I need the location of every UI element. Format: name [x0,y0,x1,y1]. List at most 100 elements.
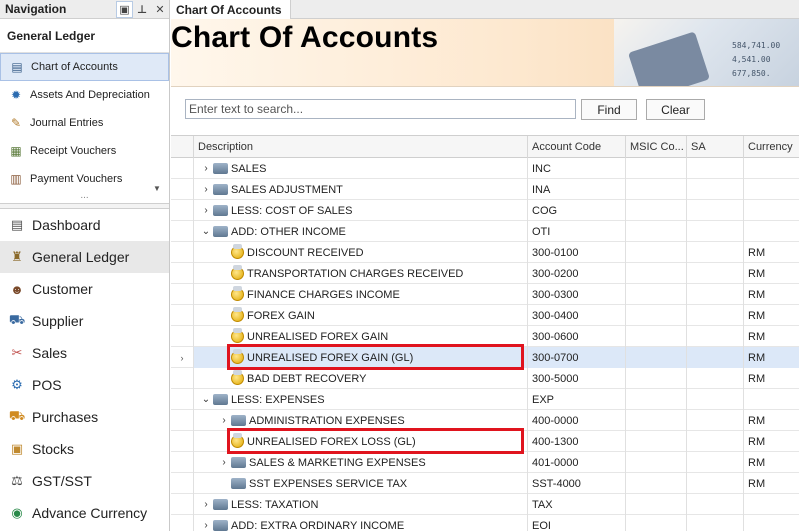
table-row[interactable]: ⌄ ADD: OTHER INCOME OTI [171,221,799,242]
description-cell[interactable]: FINANCE CHARGES INCOME [194,284,528,305]
account-code-cell[interactable]: 300-0600 [528,326,626,347]
close-icon[interactable]: ✕ [151,0,169,19]
account-code-cell[interactable]: EXP [528,389,626,410]
nav-main-item[interactable]: ▣ Stocks [0,433,169,465]
nav-main-item[interactable]: ♜ General Ledger [0,241,169,273]
table-row[interactable]: › LESS: TAXATION TAX [171,494,799,515]
account-code-cell[interactable]: 300-0100 [528,242,626,263]
nav-sub-item[interactable]: ✎ Journal Entries [0,109,169,137]
table-row[interactable]: DISCOUNT RECEIVED 300-0100 RM [171,242,799,263]
msic-cell[interactable] [626,305,687,326]
msic-cell[interactable] [626,242,687,263]
currency-cell[interactable]: RM [744,368,799,389]
msic-cell[interactable] [626,200,687,221]
account-code-cell[interactable]: INC [528,158,626,179]
nav-sub-item[interactable]: ▤ Chart of Accounts [0,53,169,81]
sa-cell[interactable] [687,347,744,368]
sa-cell[interactable] [687,410,744,431]
description-cell[interactable]: › SALES ADJUSTMENT [194,179,528,200]
sa-cell[interactable] [687,389,744,410]
account-code-cell[interactable]: 400-0000 [528,410,626,431]
currency-cell[interactable] [744,389,799,410]
expand-icon[interactable]: › [217,415,231,426]
column-header-account-code[interactable]: Account Code [528,136,626,158]
sa-cell[interactable] [687,494,744,515]
sa-cell[interactable] [687,368,744,389]
expand-icon[interactable]: › [199,184,213,195]
currency-cell[interactable]: RM [744,284,799,305]
currency-cell[interactable] [744,221,799,242]
currency-cell[interactable]: RM [744,452,799,473]
account-code-cell[interactable]: 300-5000 [528,368,626,389]
nav-main-item[interactable]: ⚖ GST/SST [0,465,169,497]
currency-cell[interactable] [744,494,799,515]
nav-main-item[interactable]: ⚙ POS [0,369,169,401]
msic-cell[interactable] [626,515,687,531]
currency-cell[interactable]: RM [744,263,799,284]
collapse-icon[interactable]: ⌄ [199,394,213,405]
table-row[interactable]: › UNREALISED FOREX GAIN (GL) 300-0700 RM [171,344,799,370]
description-cell[interactable]: DISCOUNT RECEIVED [194,242,528,263]
account-code-cell[interactable]: COG [528,200,626,221]
currency-cell[interactable] [744,515,799,531]
msic-cell[interactable] [626,389,687,410]
description-cell[interactable]: SST EXPENSES SERVICE TAX [194,473,528,494]
msic-cell[interactable] [626,221,687,242]
currency-cell[interactable] [744,179,799,200]
nav-main-item[interactable]: ⛟ Purchases [0,401,169,433]
currency-cell[interactable]: RM [744,326,799,347]
msic-cell[interactable] [626,347,687,368]
sa-cell[interactable] [687,326,744,347]
sa-cell[interactable] [687,284,744,305]
table-row[interactable]: › SALES & MARKETING EXPENSES 401-0000 RM [171,452,799,473]
panel-layout-icon[interactable]: ▣ [116,0,133,18]
expand-icon[interactable]: › [199,205,213,216]
table-row[interactable]: BAD DEBT RECOVERY 300-5000 RM [171,368,799,389]
table-row[interactable]: › LESS: COST OF SALES COG [171,200,799,221]
account-code-cell[interactable]: 300-0200 [528,263,626,284]
nav-sub-item[interactable]: ▦ Receipt Vouchers [0,137,169,165]
table-row[interactable]: › ADD: EXTRA ORDINARY INCOME EOI [171,515,799,531]
currency-cell[interactable]: RM [744,347,799,368]
msic-cell[interactable] [626,326,687,347]
table-row[interactable]: SST EXPENSES SERVICE TAX SST-4000 RM [171,473,799,494]
nav-ellipsis[interactable]: ... [0,191,169,203]
currency-cell[interactable]: RM [744,242,799,263]
sa-cell[interactable] [687,179,744,200]
description-cell[interactable]: › LESS: COST OF SALES [194,200,528,221]
description-cell[interactable]: TRANSPORTATION CHARGES RECEIVED [194,263,528,284]
description-cell[interactable]: ⌄ ADD: OTHER INCOME [194,221,528,242]
account-code-cell[interactable]: 300-0700 [528,347,626,368]
nav-sub-item[interactable]: ▥ Payment Vouchers [0,165,169,193]
description-cell[interactable]: › SALES [194,158,528,179]
sa-cell[interactable] [687,473,744,494]
find-button[interactable]: Find [581,99,637,120]
description-cell[interactable]: › SALES & MARKETING EXPENSES [194,452,528,473]
account-code-cell[interactable]: 401-0000 [528,452,626,473]
msic-cell[interactable] [626,284,687,305]
currency-cell[interactable]: RM [744,431,799,452]
msic-cell[interactable] [626,431,687,452]
clear-button[interactable]: Clear [646,99,705,120]
table-row[interactable]: FOREX GAIN 300-0400 RM [171,305,799,326]
expand-icon[interactable]: › [199,520,213,531]
currency-cell[interactable] [744,158,799,179]
table-row[interactable]: › ADMINISTRATION EXPENSES 400-0000 RM [171,410,799,431]
table-row[interactable]: UNREALISED FOREX GAIN 300-0600 RM [171,326,799,347]
msic-cell[interactable] [626,368,687,389]
nav-sub-item[interactable]: ✹ Assets And Depreciation [0,81,169,109]
account-code-cell[interactable]: OTI [528,221,626,242]
column-header-description[interactable]: Description [194,136,528,158]
sa-cell[interactable] [687,431,744,452]
currency-cell[interactable] [744,200,799,221]
currency-cell[interactable]: RM [744,410,799,431]
expand-icon[interactable]: › [199,163,213,174]
msic-cell[interactable] [626,494,687,515]
sa-cell[interactable] [687,263,744,284]
chevron-down-icon[interactable]: ▼ [153,184,161,193]
description-cell[interactable]: › LESS: TAXATION [194,494,528,515]
account-code-cell[interactable]: 300-0400 [528,305,626,326]
description-cell[interactable]: UNREALISED FOREX GAIN (GL) [194,347,528,368]
sa-cell[interactable] [687,221,744,242]
search-input[interactable] [185,99,576,119]
